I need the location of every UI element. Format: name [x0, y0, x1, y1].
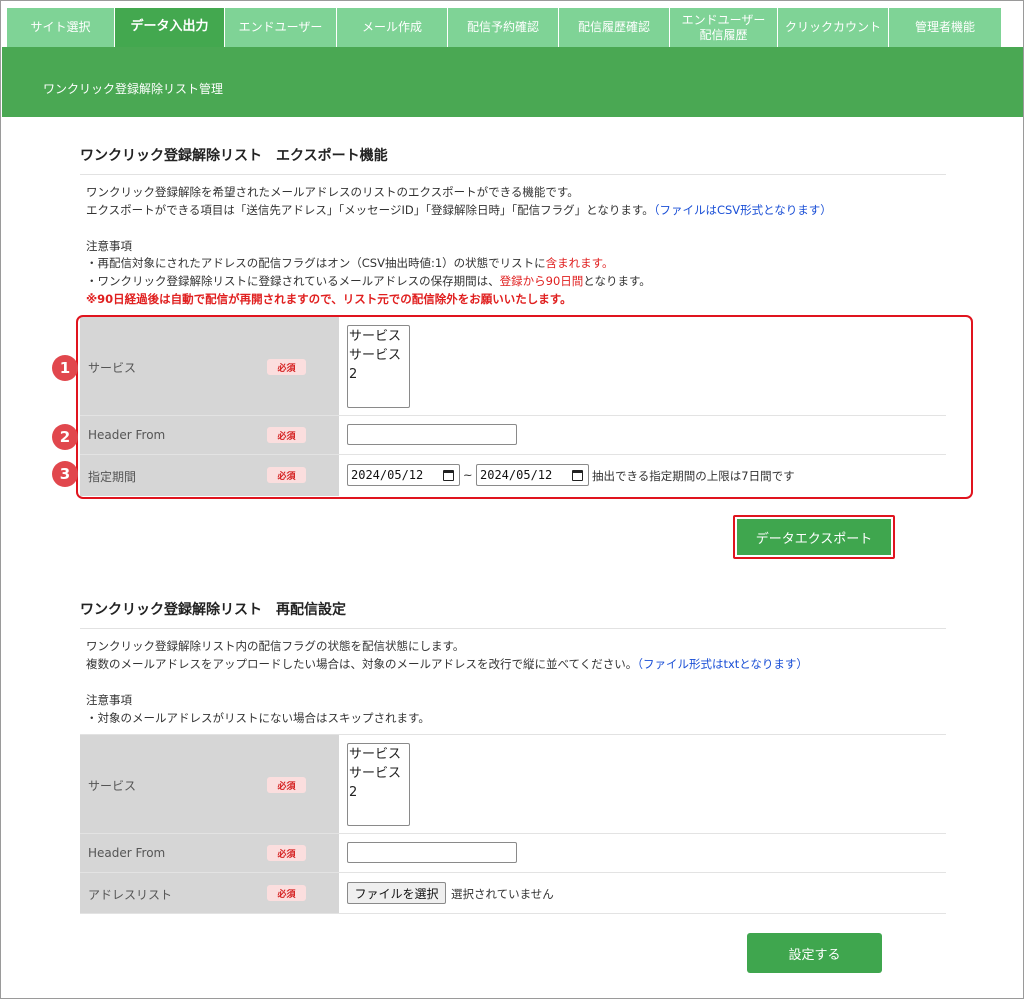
main-nav-tabs: サイト選択 データ入出力 エンドユーザー メール作成 配信予約確認 配信履歴確認… [7, 8, 1001, 47]
note-text: となります。 [583, 274, 651, 288]
note-emphasis: 登録から90日間 [499, 274, 584, 288]
resend-desc-text: 複数のメールアドレスをアップロードしたい場合は、対象のメールアドレスを改行で縦に… [86, 657, 638, 671]
export-desc-text: エクスポートができる項目は「送信先アドレス」「メッセージID」「登録解除日時」「… [86, 203, 654, 217]
field-label-cell: アドレスリスト 必須 [80, 873, 339, 913]
file-status-text: 選択されていません [451, 887, 554, 901]
apply-settings-button[interactable]: 設定する [747, 933, 882, 973]
step-badge-2: 2 [52, 424, 78, 450]
resend-section-title: ワンクリック登録解除リスト 再配信設定 [80, 602, 346, 618]
tab-label-line2: 配信履歴 [699, 27, 748, 42]
required-badge: 必須 [267, 845, 306, 861]
export-notes-heading: 注意事項 [86, 239, 132, 253]
tab-label: データ入出力 [130, 19, 209, 35]
divider [80, 174, 946, 175]
choose-file-button[interactable]: ファイルを選択 [347, 882, 446, 904]
export-button-highlight: データエクスポート [733, 515, 895, 559]
export-note-2: ・ワンクリック登録解除リストに登録されているメールアドレスの保存期間は、登録から… [86, 273, 651, 289]
export-note-1: ・再配信対象にされたアドレスの配信フラグはオン（CSV抽出時値:1）の状態でリス… [86, 255, 614, 271]
service-label: サービス [88, 779, 137, 793]
step-badge-1: 1 [52, 355, 78, 381]
page-header-title: ワンクリック登録解除リスト管理 [43, 82, 224, 96]
tab-end-user-history[interactable]: エンドユーザー 配信履歴 [670, 8, 778, 47]
resend-header-from-input[interactable] [347, 842, 517, 863]
resend-service-row: サービス 必須 サービス サービス2 [80, 735, 946, 834]
tab-data-io[interactable]: データ入出力 [115, 8, 225, 47]
export-description: ワンクリック登録解除を希望されたメールアドレスのリストのエクスポートができる機能… [86, 185, 579, 199]
required-badge: 必須 [267, 885, 306, 901]
note-emphasis: 含まれます。 [545, 256, 614, 270]
tab-label: メール作成 [361, 20, 422, 34]
resend-service-select[interactable]: サービス サービス2 [347, 743, 410, 826]
tab-label: エンドユーザー [238, 20, 323, 34]
tab-label: サイト選択 [30, 20, 91, 34]
tab-delivery-history[interactable]: 配信履歴確認 [559, 8, 670, 47]
tab-mail-create[interactable]: メール作成 [337, 8, 448, 47]
tab-label: 配信予約確認 [466, 20, 539, 34]
data-export-button[interactable]: データエクスポート [737, 519, 891, 555]
service-option[interactable]: サービス [349, 745, 409, 764]
tab-label: エンドユーザー [681, 12, 766, 27]
note-text: ・再配信対象にされたアドレスの配信フラグはオン（CSV抽出時値:1）の状態でリス… [86, 256, 546, 270]
export-section-title: ワンクリック登録解除リスト エクスポート機能 [80, 148, 388, 164]
export-description-2: エクスポートができる項目は「送信先アドレス」「メッセージID」「登録解除日時」「… [86, 202, 832, 218]
page-frame: サイト選択 データ入出力 エンドユーザー メール作成 配信予約確認 配信履歴確認… [0, 0, 1024, 999]
export-file-format-note: （ファイルはCSV形式となります） [653, 203, 832, 217]
tab-label: クリックカウント [784, 20, 881, 34]
tab-end-user[interactable]: エンドユーザー [225, 8, 337, 47]
service-option[interactable]: サービス2 [349, 764, 409, 802]
tab-admin[interactable]: 管理者機能 [889, 8, 1001, 47]
tab-label: 管理者機能 [914, 20, 975, 34]
resend-notes-heading: 注意事項 [86, 693, 132, 707]
resend-description-2: 複数のメールアドレスをアップロードしたい場合は、対象のメールアドレスを改行で縦に… [86, 656, 808, 672]
divider [80, 628, 946, 629]
resend-description: ワンクリック登録解除リスト内の配信フラグの状態を配信状態にします。 [86, 639, 465, 653]
page-header-bar: ワンクリック登録解除リスト管理 [2, 47, 1023, 117]
resend-note-1: ・対象のメールアドレスがリストにない場合はスキップされます。 [86, 711, 430, 725]
address-list-label: アドレスリスト [88, 888, 173, 902]
tab-click-count[interactable]: クリックカウント [778, 8, 889, 47]
resend-from-row: Header From 必須 [80, 834, 946, 873]
export-warning: ※90日経過後は自動で配信が再開されますので、リスト元での配信除外をお願いいたし… [86, 292, 572, 306]
step-badge-3: 3 [52, 461, 78, 487]
field-label-cell: サービス 必須 [80, 735, 339, 833]
header-from-label: Header From [88, 846, 166, 860]
tab-site-select[interactable]: サイト選択 [7, 8, 115, 47]
tab-delivery-reservation[interactable]: 配信予約確認 [448, 8, 559, 47]
field-label-cell: Header From 必須 [80, 834, 339, 872]
resend-file-format-note: （ファイル形式はtxtとなります） [637, 657, 808, 671]
tab-label: 配信履歴確認 [577, 20, 650, 34]
required-badge: 必須 [267, 777, 306, 793]
highlight-frame [76, 315, 973, 499]
resend-address-list-row: アドレスリスト 必須 ファイルを選択 選択されていません [80, 873, 946, 914]
note-text: ・ワンクリック登録解除リストに登録されているメールアドレスの保存期間は、 [86, 274, 500, 288]
